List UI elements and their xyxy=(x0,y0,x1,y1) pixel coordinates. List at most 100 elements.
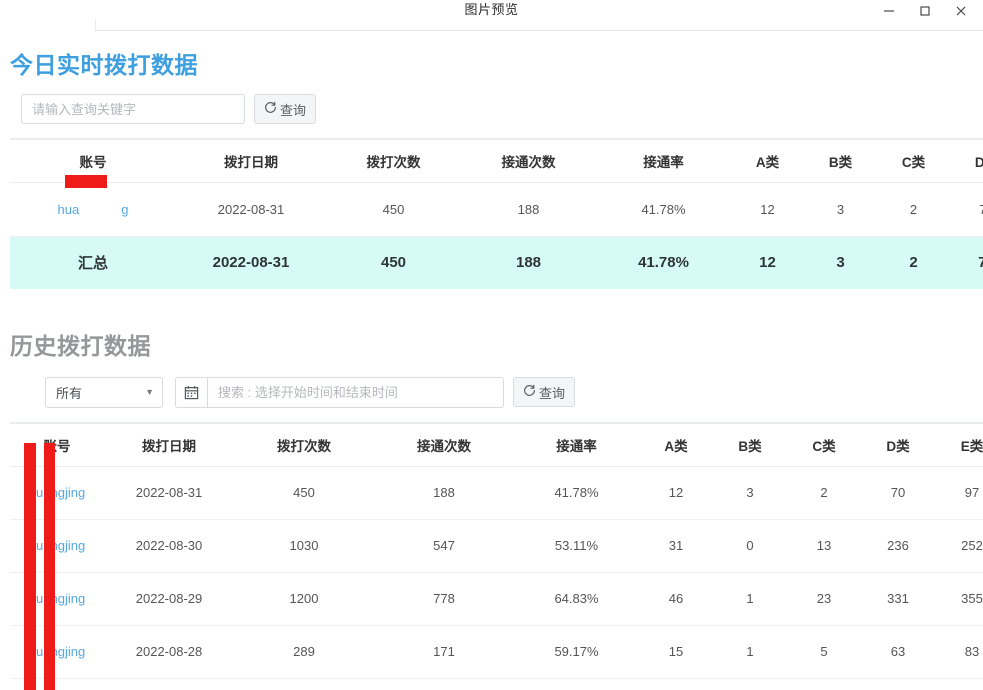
cell-account[interactable]: huangjing xyxy=(10,678,104,690)
cell-class-b: 2 xyxy=(713,678,787,690)
history-query-label: 查询 xyxy=(539,385,566,401)
close-icon[interactable] xyxy=(943,0,979,22)
history-table-body: huangjing 2022-08-31 450 188 41.78% 12 3 2 70 97 h… xyxy=(10,466,983,690)
table-row: huag 2022-08-31 450 188 41.78% 12 3 2 70 xyxy=(10,182,983,237)
today-toolbar: 查询 xyxy=(21,94,983,124)
col-class-b: B类 xyxy=(713,421,787,467)
summary-class-d: 70 xyxy=(950,236,983,289)
col-rate: 接通率 xyxy=(514,421,639,467)
table-row: huangjing 2022-08-31 450 188 41.78% 12 3 2 70 97 xyxy=(10,466,983,520)
maximize-icon[interactable] xyxy=(907,0,943,22)
account-link-text[interactable]: huangjing xyxy=(29,591,85,606)
account-link-text[interactable]: hua g xyxy=(58,202,129,217)
col-calls: 拨打次数 xyxy=(326,138,461,183)
window-titlebar: 图片预览 xyxy=(0,0,983,30)
cell-connected: 739 xyxy=(374,678,514,690)
history-table: 账号 拨打日期 拨打次数 接通次数 接通率 A类 B类 C类 D类 E类 huangjing 202… xyxy=(10,421,983,690)
cell-class-d: 307 xyxy=(861,678,935,690)
col-class-d: D类 xyxy=(950,138,983,183)
cell-class-c: 2 xyxy=(877,182,950,237)
account-link-text[interactable]: huangjing xyxy=(29,538,85,553)
calendar-icon[interactable] xyxy=(175,376,207,408)
cell-class-d: 236 xyxy=(861,519,935,573)
window-title: 图片预览 xyxy=(464,2,519,17)
cell-class-e: 97 xyxy=(935,466,983,520)
cell-class-a: 46 xyxy=(639,572,713,626)
col-class-c: C类 xyxy=(877,138,950,183)
minimize-icon[interactable] xyxy=(871,0,907,22)
history-section-title: 历史拨打数据 xyxy=(10,332,151,359)
cell-calls: 1200 xyxy=(234,572,374,626)
cell-account[interactable]: hua g xyxy=(10,182,176,237)
window-controls xyxy=(871,0,979,22)
cell-class-c: 26 xyxy=(787,678,861,690)
col-class-c: C类 xyxy=(787,421,861,467)
cell-date: 2022-08-29 xyxy=(104,572,234,626)
cell-calls: 289 xyxy=(234,625,374,679)
cell-class-e: 83 xyxy=(935,625,983,679)
cell-calls: 450 xyxy=(326,182,461,237)
account-link-text[interactable]: huangjing xyxy=(29,485,85,500)
tab-strip xyxy=(0,19,983,32)
cell-account[interactable]: huangjing xyxy=(10,519,104,573)
cell-connected: 547 xyxy=(374,519,514,573)
cell-class-d: 331 xyxy=(861,572,935,626)
account-link-text[interactable]: huangjing xyxy=(29,644,85,659)
summary-calls: 450 xyxy=(326,236,461,289)
cell-class-e: 355 xyxy=(935,572,983,626)
cell-connected: 171 xyxy=(374,625,514,679)
table-row: huangjing 2022-08-28 289 171 59.17% 15 1 5 63 83 xyxy=(10,625,983,679)
cell-class-c: 13 xyxy=(787,519,861,573)
history-query-button[interactable]: 查询 xyxy=(513,377,576,407)
col-calls: 拨打次数 xyxy=(234,421,374,467)
date-range-input[interactable] xyxy=(207,376,504,408)
summary-date: 2022-08-31 xyxy=(176,236,326,289)
today-query-button[interactable]: 查询 xyxy=(254,94,317,124)
cell-class-b: 0 xyxy=(713,519,787,573)
col-connected: 接通次数 xyxy=(461,138,596,183)
cell-calls: 1030 xyxy=(234,519,374,573)
col-class-a: A类 xyxy=(731,138,804,183)
cell-date: 2022-08-30 xyxy=(104,519,234,573)
cell-account[interactable]: huangjing xyxy=(10,466,104,520)
cell-date: 2022-08-27 xyxy=(104,678,234,690)
refresh-icon xyxy=(264,101,277,117)
cell-class-e: 335 xyxy=(935,678,983,690)
cell-rate: 46.45% xyxy=(514,678,639,690)
today-section-title: 今日实时拨打数据 xyxy=(10,52,198,78)
table-row: huangjing 2022-08-30 1030 547 53.11% 31 0 13 236… xyxy=(10,519,983,573)
today-query-label: 查询 xyxy=(280,102,307,118)
cell-rate: 64.83% xyxy=(514,572,639,626)
cell-class-a: 31 xyxy=(639,519,713,573)
cell-calls: 1591 xyxy=(234,678,374,690)
cell-class-d: 70 xyxy=(861,466,935,520)
today-table-header-row: 账号 拨打日期 拨打次数 接通次数 接通率 A类 B类 C类 D类 xyxy=(10,138,983,183)
cell-class-b: 1 xyxy=(713,572,787,626)
refresh-icon xyxy=(523,384,536,400)
col-class-a: A类 xyxy=(639,421,713,467)
history-table-header-row: 账号 拨打日期 拨打次数 接通次数 接通率 A类 B类 C类 D类 E类 xyxy=(10,421,983,467)
table-row: huangjing 2022-08-29 1200 778 64.83% 46 1 23 331… xyxy=(10,572,983,626)
summary-class-a: 12 xyxy=(731,236,804,289)
col-date: 拨打日期 xyxy=(176,138,326,183)
summary-rate: 41.78% xyxy=(596,236,731,289)
history-toolbar: 所有 ▼ 搜索: 选择开始时间和结束时间 查询 xyxy=(45,376,983,408)
history-table-wrap: 账号 拨打日期 拨打次数 接通次数 接通率 A类 B类 C类 D类 E类 huangjing 202… xyxy=(0,421,983,690)
search-input[interactable] xyxy=(21,94,245,124)
cell-account[interactable]: huangjing xyxy=(10,572,104,626)
cell-connected: 778 xyxy=(374,572,514,626)
cell-rate: 41.78% xyxy=(596,182,731,237)
page-body: 今日实时拨打数据 查询 账号 拨打日期 拨打次数 xyxy=(0,46,983,690)
cell-class-a: 15 xyxy=(639,625,713,679)
cell-class-b: 3 xyxy=(713,466,787,520)
col-account: 账号 xyxy=(10,138,176,183)
cell-class-d: 63 xyxy=(861,625,935,679)
col-date: 拨打日期 xyxy=(104,421,234,467)
cell-account[interactable]: huangjing xyxy=(10,625,104,679)
cell-class-c: 2 xyxy=(787,466,861,520)
cell-connected: 188 xyxy=(374,466,514,520)
history-filter-select[interactable]: 所有 ▼ xyxy=(45,376,163,408)
cell-calls: 450 xyxy=(234,466,374,520)
summary-class-b: 3 xyxy=(804,236,877,289)
